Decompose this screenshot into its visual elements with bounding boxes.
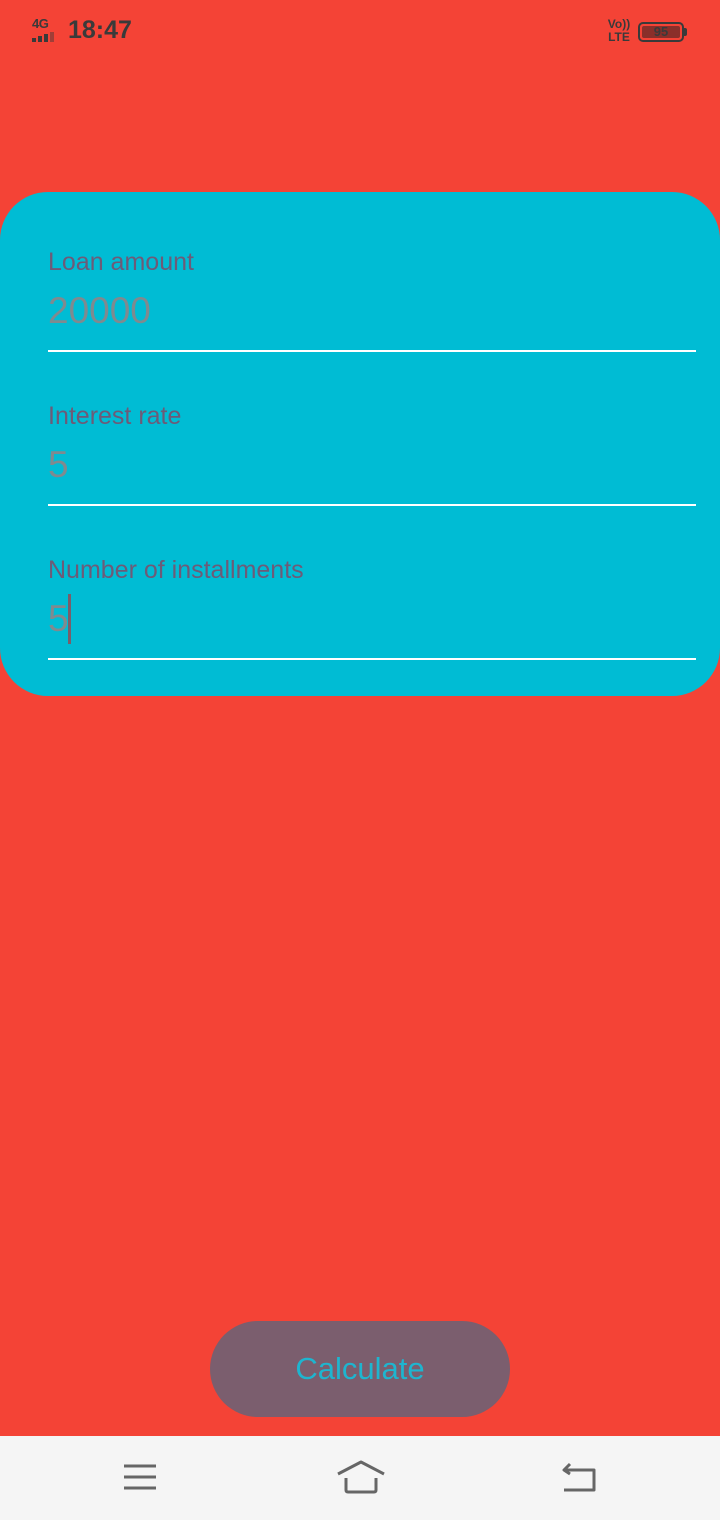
- signal-icon: 4G: [32, 16, 62, 44]
- battery-tip: [684, 28, 687, 36]
- network-type: 4G: [32, 16, 49, 31]
- menu-icon[interactable]: [118, 1456, 162, 1500]
- installments-underline: [48, 658, 696, 660]
- battery-icon: 95: [638, 22, 684, 42]
- installments-label: Number of installments: [48, 556, 304, 584]
- interest-rate-underline: [48, 504, 696, 506]
- navigation-bar: [0, 1436, 720, 1520]
- volte-bottom-label: LTE: [608, 30, 630, 44]
- interest-rate-label: Interest rate: [48, 402, 182, 430]
- loan-amount-label: Loan amount: [48, 248, 194, 276]
- battery-level: 95: [653, 24, 669, 39]
- volte-indicator: Vo)) LTE: [604, 18, 634, 44]
- loan-form-card: Loan amount Interest rate Number of inst…: [0, 192, 720, 696]
- back-icon[interactable]: [558, 1456, 602, 1500]
- home-icon[interactable]: [336, 1456, 386, 1500]
- installments-input[interactable]: [48, 594, 688, 644]
- status-bar: 4G 18:47 Vo)) LTE 95: [0, 0, 720, 64]
- status-time: 18:47: [68, 16, 132, 44]
- text-caret: [68, 594, 71, 644]
- loan-amount-underline: [48, 350, 696, 352]
- interest-rate-input[interactable]: [48, 440, 688, 490]
- loan-amount-input[interactable]: [48, 286, 688, 336]
- calculate-button[interactable]: Calculate: [210, 1321, 510, 1417]
